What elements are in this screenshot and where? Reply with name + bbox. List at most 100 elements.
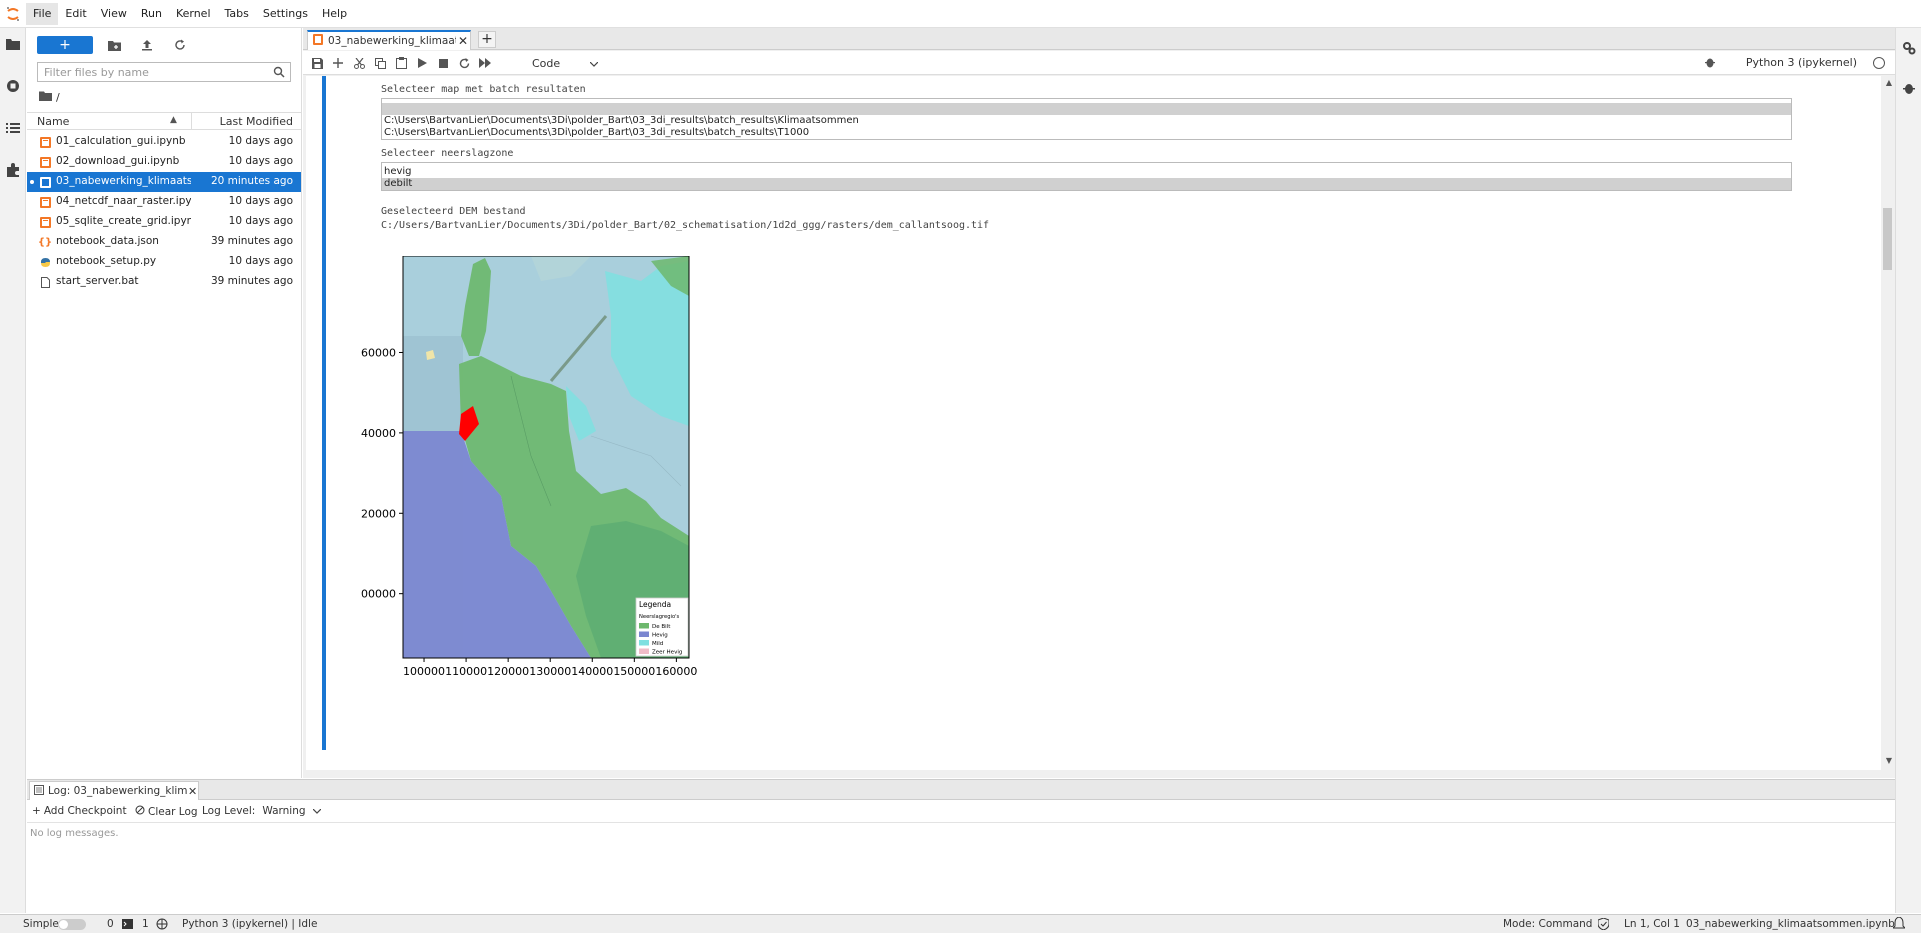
legend-swatch: [639, 623, 649, 629]
rain-zone-option-debilt[interactable]: debilt: [382, 178, 1791, 190]
debugger-bug-icon[interactable]: [1901, 80, 1917, 96]
trusted-shield-icon[interactable]: [1597, 917, 1610, 933]
legend-entry-label: Zeer Hevig: [652, 650, 682, 656]
new-tab-button[interactable]: +: [478, 31, 496, 48]
table-of-contents-icon[interactable]: [5, 120, 21, 136]
save-icon[interactable]: [309, 55, 325, 71]
kernel-count[interactable]: 1: [142, 918, 149, 930]
sort-ascending-icon: ▲: [170, 115, 177, 125]
file-name: 04_netcdf_naar_raster.ipynb: [56, 195, 191, 207]
log-tab[interactable]: Log: 03_nabewerking_klimaa ✕: [29, 781, 199, 800]
file-row[interactable]: notebook_setup.py 10 days ago: [27, 252, 301, 272]
notebook-icon: [313, 34, 323, 48]
insert-cell-icon[interactable]: [330, 55, 346, 71]
scroll-down-icon[interactable]: ▼: [1886, 756, 1892, 765]
menu-kernel[interactable]: Kernel: [169, 3, 218, 25]
file-modified: 39 minutes ago: [210, 235, 293, 247]
batch-folder-option-klimaatsommen[interactable]: C:\Users\BartvanLier\Documents\3Di\polde…: [382, 115, 1791, 127]
menu-settings[interactable]: Settings: [256, 3, 315, 25]
menu-help[interactable]: Help: [315, 3, 354, 25]
file-row[interactable]: {} notebook_data.json 39 minutes ago: [27, 232, 301, 252]
restart-run-all-icon[interactable]: [477, 55, 493, 71]
kernel-name-button[interactable]: Python 3 (ipykernel): [1746, 56, 1857, 69]
cursor-position[interactable]: Ln 1, Col 1: [1624, 918, 1680, 930]
terminal-count[interactable]: 0: [107, 918, 114, 930]
log-level-chevron-icon[interactable]: [312, 805, 321, 817]
property-inspector-icon[interactable]: [1901, 40, 1917, 56]
file-filter-input[interactable]: [44, 65, 264, 79]
log-empty-message: No log messages.: [30, 828, 119, 839]
notebook-file-icon: [39, 136, 51, 148]
home-folder-icon[interactable]: [39, 91, 52, 104]
log-level-select[interactable]: Warning: [262, 805, 305, 817]
folder-icon[interactable]: [5, 36, 21, 52]
notebook-content[interactable]: Selecteer map met batch resultaten C:\Us…: [306, 76, 1881, 770]
running-kernels-icon[interactable]: [5, 78, 21, 94]
menu-run[interactable]: Run: [134, 3, 169, 25]
file-row[interactable]: 03_nabewerking_klimaatso... 20 minutes ag…: [27, 172, 301, 192]
column-divider[interactable]: [191, 113, 192, 130]
menu-file[interactable]: File: [26, 2, 59, 25]
cut-icon[interactable]: [351, 55, 367, 71]
y-tick-label: 500000: [361, 588, 396, 601]
column-name-header[interactable]: Name: [37, 115, 69, 128]
clear-log-button[interactable]: Clear Log: [135, 805, 198, 818]
simple-mode-toggle[interactable]: [58, 919, 86, 930]
batch-folder-option-t1000[interactable]: C:\Users\BartvanLier\Documents\3Di\polde…: [382, 127, 1791, 139]
file-modified: 10 days ago: [228, 255, 293, 267]
breadcrumb-root[interactable]: /: [56, 91, 60, 104]
add-checkpoint-button[interactable]: + Add Checkpoint: [32, 805, 127, 817]
close-log-tab-icon[interactable]: ✕: [188, 785, 197, 798]
file-name: notebook_data.json: [56, 235, 159, 247]
notebook-tab[interactable]: 03_nabewerking_klimaatsom ✕: [307, 30, 471, 50]
menu-view[interactable]: View: [94, 3, 134, 25]
new-folder-icon[interactable]: [102, 36, 126, 54]
stop-kernel-icon[interactable]: [435, 55, 451, 71]
notification-bell-icon[interactable]: [1891, 916, 1907, 933]
left-activity-bar: [0, 28, 26, 913]
file-row[interactable]: 02_download_gui.ipynb 10 days ago: [27, 152, 301, 172]
refresh-icon[interactable]: [168, 36, 192, 54]
batch-folder-option-empty[interactable]: [382, 103, 1791, 115]
x-tick-label: 150000: [613, 665, 655, 678]
upload-icon[interactable]: [135, 36, 159, 54]
close-tab-icon[interactable]: ✕: [458, 34, 468, 48]
rain-zone-option-hevig[interactable]: hevig: [382, 166, 1791, 178]
notebook-scrollbar[interactable]: [1881, 76, 1895, 770]
extension-puzzle-icon[interactable]: [5, 162, 21, 178]
active-cell-indicator[interactable]: [322, 76, 326, 750]
kernel-status-text[interactable]: Python 3 (ipykernel) | Idle: [182, 918, 317, 930]
menu-edit[interactable]: Edit: [58, 3, 93, 25]
legend-entry-label: Mild: [652, 641, 663, 647]
scroll-thumb[interactable]: [1883, 208, 1892, 270]
run-cell-icon[interactable]: [414, 55, 430, 71]
cell-type-select[interactable]: Code: [532, 55, 599, 71]
paste-icon[interactable]: [393, 55, 409, 71]
column-modified-header[interactable]: Last Modified: [220, 115, 293, 128]
notebook-toolbar: Code Python 3 (ipykernel): [303, 51, 1895, 75]
legend-entry-label: Hevig: [652, 633, 668, 639]
y-axis: 500000 520000 540000 560000: [361, 346, 403, 601]
file-file-icon: [39, 276, 51, 288]
status-bar: Simple 0 1 Python 3 (ipykernel) | Idle M…: [0, 914, 1921, 933]
file-name: 02_download_gui.ipynb: [56, 155, 180, 167]
file-row[interactable]: 04_netcdf_naar_raster.ipynb 10 days ago: [27, 192, 301, 212]
add-checkpoint-label: Add Checkpoint: [43, 805, 127, 817]
scroll-up-icon[interactable]: ▲: [1886, 78, 1892, 87]
rain-zone-select[interactable]: hevig debilt: [381, 162, 1792, 191]
restart-kernel-icon[interactable]: [456, 55, 472, 71]
new-launcher-button[interactable]: +: [37, 36, 93, 54]
menu-bar: File Edit View Run Kernel Tabs Settings …: [0, 0, 1921, 28]
file-name: 03_nabewerking_klimaatso...: [56, 175, 191, 187]
file-row[interactable]: start_server.bat 39 minutes ago: [27, 272, 301, 292]
batch-folder-select[interactable]: C:\Users\BartvanLier\Documents\3Di\polde…: [381, 98, 1792, 140]
file-row[interactable]: 01_calculation_gui.ipynb 10 days ago: [27, 132, 301, 152]
x-tick-label: 140000: [571, 665, 613, 678]
legend-swatch: [639, 648, 649, 654]
menu-tabs[interactable]: Tabs: [218, 3, 256, 25]
notebook-file-icon: [39, 216, 51, 228]
copy-icon[interactable]: [372, 55, 388, 71]
clear-icon: [135, 805, 145, 818]
debugger-toggle-bug-icon[interactable]: [1705, 56, 1715, 71]
file-row[interactable]: 05_sqlite_create_grid.ipynb 10 days ago: [27, 212, 301, 232]
